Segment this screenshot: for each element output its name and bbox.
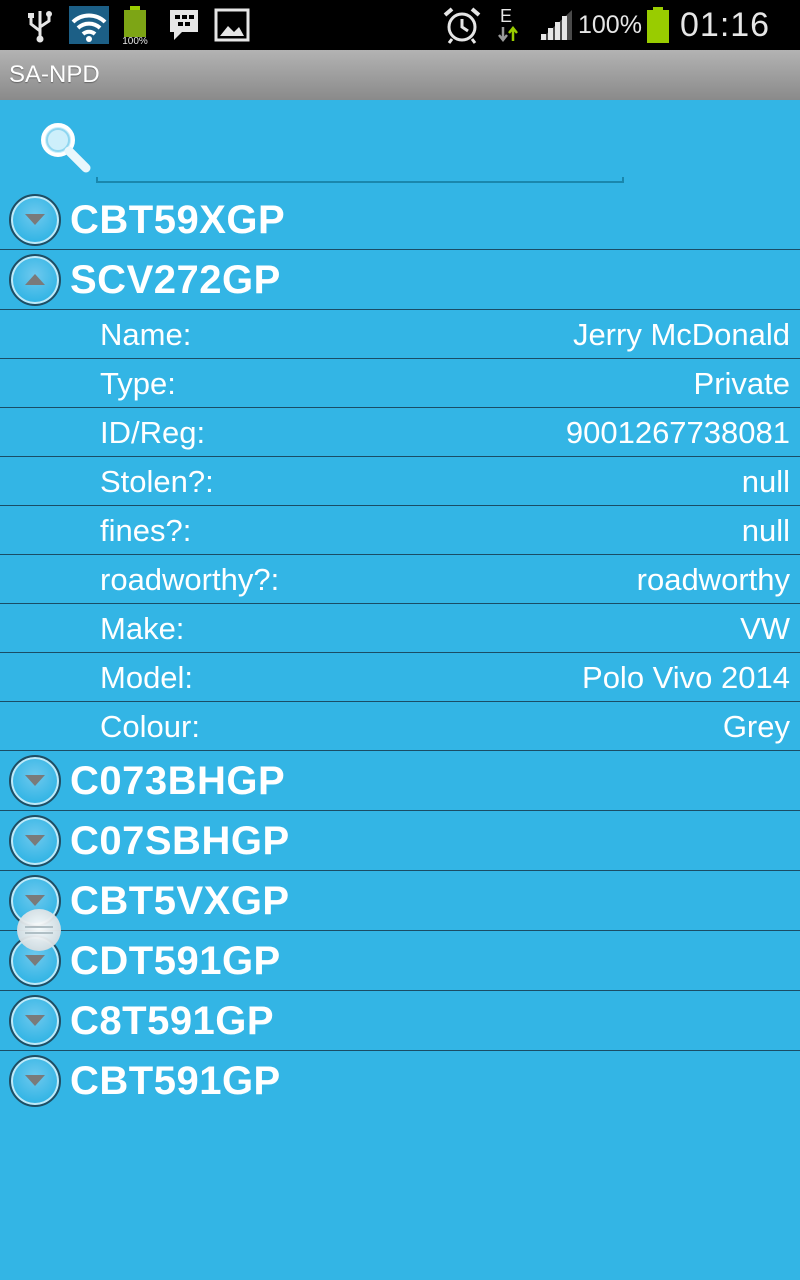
detail-label: roadworthy?: (100, 562, 280, 597)
detail-label: ID/Reg: (100, 415, 206, 450)
plate-number: CBT59XGP (70, 198, 286, 242)
search-input[interactable] (96, 130, 624, 180)
detail-label: fines?: (100, 513, 192, 548)
detail-row-stolen: Stolen?: null (0, 457, 800, 506)
plate-number: CDT591GP (70, 939, 281, 983)
plate-list[interactable]: CBT59XGP SCV272GP Name: Jerry McDonald T… (0, 190, 800, 1111)
search-icon[interactable] (34, 118, 94, 178)
expand-icon[interactable] (9, 194, 61, 246)
detail-value: Jerry McDonald (572, 317, 790, 352)
detail-label: Make: (100, 611, 185, 646)
action-bar: SA-NPD (0, 50, 800, 100)
plate-number: CBT591GP (70, 1059, 281, 1103)
detail-value: 9001267738081 (565, 415, 790, 450)
detail-value: null (741, 464, 790, 499)
svg-text:E: E (500, 6, 512, 26)
status-bar: 100% E 100% 01:16 (0, 0, 800, 50)
list-group-row[interactable]: C07SBHGP (0, 811, 800, 871)
list-group-row[interactable]: CDT591GP (0, 931, 800, 991)
expand-icon[interactable] (9, 755, 61, 807)
detail-row-make: Make: VW (0, 604, 800, 653)
bbm-icon (166, 0, 202, 50)
detail-row-colour: Colour: Grey (0, 702, 800, 751)
detail-value: roadworthy (636, 562, 790, 597)
detail-label: Name: (100, 317, 192, 352)
detail-value: null (741, 513, 790, 548)
alarm-icon (442, 0, 482, 50)
plate-number: SCV272GP (70, 258, 281, 302)
app-title: SA-NPD (9, 61, 100, 88)
battery-full-icon (646, 0, 670, 50)
signal-icon (538, 0, 574, 50)
list-group-row[interactable]: CBT59XGP (0, 190, 800, 250)
gallery-icon (214, 0, 250, 50)
detail-row-model: Model: Polo Vivo 2014 (0, 653, 800, 702)
plate-number: C07SBHGP (70, 819, 290, 863)
collapse-icon[interactable] (9, 254, 61, 306)
detail-label: Model: (100, 660, 194, 695)
plate-number: CBT5VXGP (70, 879, 290, 923)
fast-scroll-handle[interactable] (17, 909, 61, 951)
plate-number: C8T591GP (70, 999, 275, 1043)
list-group-row-expanded[interactable]: SCV272GP (0, 250, 800, 310)
usb-icon (26, 0, 54, 50)
svg-text:100%: 100% (122, 36, 148, 45)
expand-icon[interactable] (9, 815, 61, 867)
detail-row-type: Type: Private (0, 359, 800, 408)
detail-value: VW (740, 611, 790, 646)
detail-row-id-reg: ID/Reg: 9001267738081 (0, 408, 800, 457)
detail-label: Type: (100, 366, 176, 401)
clock: 01:16 (680, 6, 771, 44)
list-group-row[interactable]: CBT591GP (0, 1051, 800, 1111)
plate-number: C073BHGP (70, 759, 286, 803)
list-group-row[interactable]: C073BHGP (0, 751, 800, 811)
detail-label: Colour: (100, 709, 200, 744)
data-transfer-icon: E (496, 0, 524, 50)
detail-value: Polo Vivo 2014 (582, 660, 790, 695)
detail-row-name: Name: Jerry McDonald (0, 310, 800, 359)
detail-label: Stolen?: (100, 464, 214, 499)
expand-icon[interactable] (9, 1055, 61, 1107)
battery-percentage: 100% (578, 11, 642, 39)
search-input-underline (96, 177, 624, 183)
battery-icon: 100% (120, 0, 150, 50)
detail-value: Private (693, 366, 790, 401)
wifi-icon (69, 0, 109, 50)
detail-row-roadworthy: roadworthy?: roadworthy (0, 555, 800, 604)
expand-icon[interactable] (9, 995, 61, 1047)
list-group-row[interactable]: C8T591GP (0, 991, 800, 1051)
detail-value: Grey (722, 709, 790, 744)
detail-row-fines: fines?: null (0, 506, 800, 555)
list-group-row[interactable]: CBT5VXGP (0, 871, 800, 931)
